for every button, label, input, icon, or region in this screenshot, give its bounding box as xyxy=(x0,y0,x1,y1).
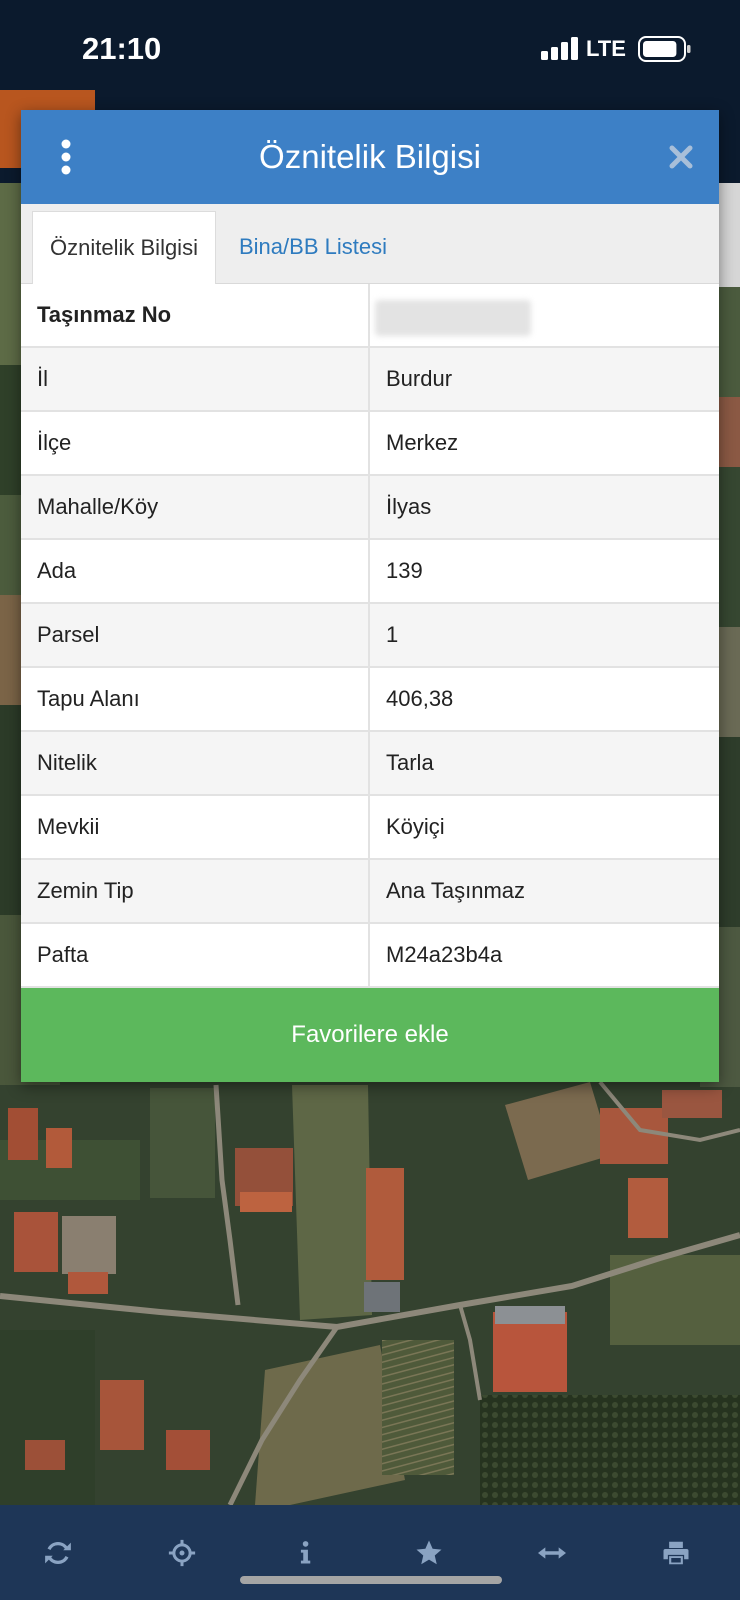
refresh-button[interactable] xyxy=(30,1525,86,1581)
measure-button[interactable] xyxy=(524,1525,580,1581)
info-icon xyxy=(300,1541,311,1564)
attribute-dialog: Öznitelik Bilgisi Öznitelik Bilgisi Bina… xyxy=(21,110,719,1082)
map-lot xyxy=(62,1216,116,1274)
attribute-value: Ana Taşınmaz xyxy=(386,878,526,903)
redacted-value xyxy=(375,300,531,336)
attribute-value: Tarla xyxy=(386,750,434,775)
attribute-row: Taşınmaz No xyxy=(21,284,719,348)
attribute-label: Pafta xyxy=(21,924,370,986)
attribute-row: Mevkii Köyiçi xyxy=(21,796,719,860)
map-orchard xyxy=(382,1340,454,1475)
attribute-row: Zemin Tip Ana Taşınmaz xyxy=(21,860,719,924)
map-roof xyxy=(628,1178,668,1238)
attribute-row: Tapu Alanı 406,38 xyxy=(21,668,719,732)
status-time: 21:10 xyxy=(82,31,162,66)
attribute-value xyxy=(370,284,719,346)
map-roof xyxy=(662,1090,722,1118)
battery-level-fill xyxy=(643,41,677,57)
map-roof xyxy=(14,1212,58,1272)
close-icon xyxy=(669,145,693,169)
more-vertical-icon xyxy=(61,139,71,175)
attribute-row: Mahalle/Köy İlyas xyxy=(21,476,719,540)
map-building xyxy=(495,1306,565,1324)
locate-button[interactable] xyxy=(154,1525,210,1581)
arrows-horizontal-icon xyxy=(538,1547,566,1559)
attribute-value: 139 xyxy=(386,558,423,583)
map-roof xyxy=(8,1108,38,1160)
print-button[interactable] xyxy=(648,1525,704,1581)
attribute-row: İl Burdur xyxy=(21,348,719,412)
attribute-row: İlçe Merkez xyxy=(21,412,719,476)
map-roof xyxy=(166,1430,210,1470)
attribute-value: Köyiçi xyxy=(386,814,445,839)
tab-bar: Öznitelik Bilgisi Bina/BB Listesi xyxy=(21,204,719,284)
attribute-label: Parsel xyxy=(21,604,370,666)
map-field xyxy=(150,1088,215,1198)
map-roof xyxy=(600,1108,668,1164)
battery-icon xyxy=(638,36,691,62)
map-orchard xyxy=(480,1395,740,1505)
tab-attributes[interactable]: Öznitelik Bilgisi xyxy=(32,211,216,284)
dialog-title: Öznitelik Bilgisi xyxy=(259,138,481,175)
screen: 21:10 LTE Öznitelik Bilgisi Öznitelik Bi… xyxy=(0,0,740,1600)
dialog-header: Öznitelik Bilgisi xyxy=(21,110,719,204)
map-field xyxy=(0,1330,95,1505)
attribute-value: 1 xyxy=(386,622,399,647)
map-roof xyxy=(240,1192,292,1212)
attribute-value: M24a23b4a xyxy=(386,942,503,967)
signal-icon xyxy=(541,37,578,60)
bottom-toolbar xyxy=(0,1505,740,1600)
attribute-row: Parsel 1 xyxy=(21,604,719,668)
info-button[interactable] xyxy=(277,1525,333,1581)
crosshair-icon xyxy=(168,1539,196,1567)
tab-building-list[interactable]: Bina/BB Listesi xyxy=(221,211,405,283)
attribute-label: Taşınmaz No xyxy=(21,284,370,346)
map-roof xyxy=(25,1440,65,1470)
attribute-label: Ada xyxy=(21,540,370,602)
attribute-value: İlyas xyxy=(386,494,432,519)
attribute-row: Nitelik Tarla xyxy=(21,732,719,796)
map-building xyxy=(364,1282,400,1312)
close-button[interactable] xyxy=(663,139,699,175)
attribute-label: Mahalle/Köy xyxy=(21,476,370,538)
attribute-label: İl xyxy=(21,348,370,410)
status-bar: 21:10 LTE xyxy=(0,0,740,87)
attribute-value: Burdur xyxy=(386,366,453,391)
map-roof xyxy=(100,1380,144,1450)
add-to-favorites-button[interactable]: Favorilere ekle xyxy=(21,988,719,1082)
attribute-value: Merkez xyxy=(386,430,459,455)
printer-icon xyxy=(663,1541,689,1565)
network-type: LTE xyxy=(586,36,626,61)
favorites-button[interactable] xyxy=(401,1525,457,1581)
attribute-label: Nitelik xyxy=(21,732,370,794)
map-roof xyxy=(46,1128,72,1168)
star-icon xyxy=(416,1540,442,1565)
attribute-table: Taşınmaz No İl Burdur İlçe Merkez Mahall… xyxy=(21,284,719,988)
home-indicator[interactable] xyxy=(240,1576,502,1584)
menu-button[interactable] xyxy=(51,135,81,179)
attribute-row: Pafta M24a23b4a xyxy=(21,924,719,988)
map-roof xyxy=(68,1272,108,1294)
attribute-label: Mevkii xyxy=(21,796,370,858)
refresh-icon xyxy=(45,1542,71,1564)
map-field xyxy=(292,1085,372,1320)
attribute-label: İlçe xyxy=(21,412,370,474)
attribute-value: 406,38 xyxy=(386,686,454,711)
attribute-label: Zemin Tip xyxy=(21,860,370,922)
map-roof xyxy=(366,1168,404,1280)
attribute-label: Tapu Alanı xyxy=(21,668,370,730)
attribute-row: Ada 139 xyxy=(21,540,719,604)
